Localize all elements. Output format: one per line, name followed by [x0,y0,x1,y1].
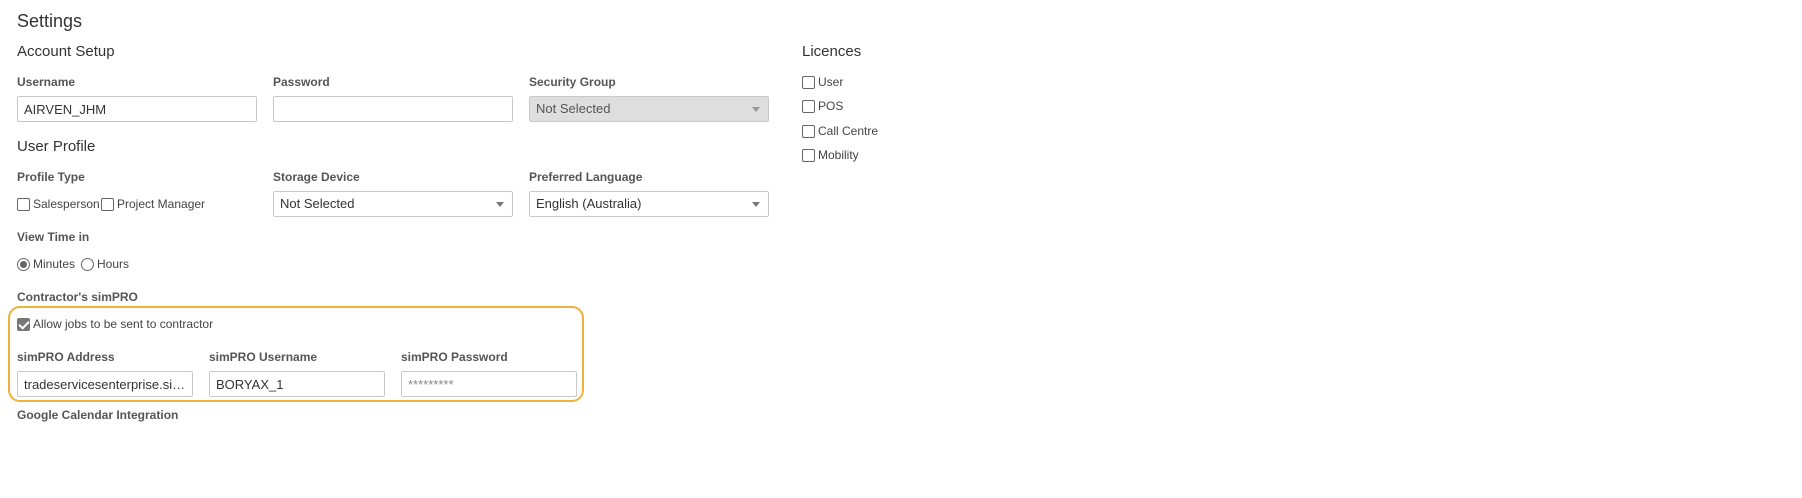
licence-pos-label: POS [818,99,844,113]
password-label: Password [273,75,330,89]
username-label: Username [17,75,76,89]
minutes-label: Minutes [33,257,76,271]
account-setup-heading: Account Setup [17,43,115,60]
salesperson-label: Salesperson [33,197,100,211]
project-manager-label: Project Manager [117,197,206,211]
licence-call-centre-checkbox[interactable] [802,125,815,138]
hours-label: Hours [97,257,130,271]
licence-user-checkbox[interactable] [802,76,815,89]
salesperson-checkbox[interactable] [17,198,30,211]
licences-heading: Licences [802,43,862,60]
simpro-password-input[interactable] [401,371,577,397]
username-input[interactable] [17,96,257,122]
simpro-password-label: simPRO Password [401,350,508,364]
password-input[interactable] [273,96,513,122]
licence-call-centre-label: Call Centre [818,124,879,138]
licence-mobility-checkbox[interactable] [802,149,815,162]
contractor-simpro-label: Contractor's simPRO [17,290,138,304]
page-title: Settings [17,11,83,31]
project-manager-checkbox[interactable] [101,198,114,211]
allow-jobs-label: Allow jobs to be sent to contractor [33,317,214,331]
simpro-address-input[interactable] [17,371,193,397]
preferred-language-value: English (Australia) [536,196,642,211]
simpro-username-input[interactable] [209,371,385,397]
storage-device-select[interactable]: Not Selected [273,191,513,217]
licence-mobility-label: Mobility [818,148,859,162]
hours-radio[interactable] [81,258,94,271]
security-group-select: Not Selected [529,96,769,122]
simpro-username-label: simPRO Username [209,350,318,364]
minutes-radio[interactable] [17,258,30,271]
licence-user-label: User [818,75,844,89]
licence-pos-checkbox[interactable] [802,100,815,113]
storage-device-label: Storage Device [273,170,360,184]
preferred-language-select[interactable]: English (Australia) [529,191,769,217]
chevron-down-icon [752,202,760,207]
chevron-down-icon [752,107,760,112]
view-time-label: View Time in [17,230,90,244]
allow-jobs-checkbox[interactable] [17,318,30,331]
profile-type-label: Profile Type [17,170,85,184]
user-profile-heading: User Profile [17,138,96,155]
chevron-down-icon [496,202,504,207]
security-group-label: Security Group [529,75,616,89]
simpro-address-label: simPRO Address [17,350,115,364]
google-calendar-label: Google Calendar Integration [17,408,179,422]
storage-device-value: Not Selected [280,196,355,211]
security-group-value: Not Selected [536,101,611,116]
preferred-language-label: Preferred Language [529,170,643,184]
